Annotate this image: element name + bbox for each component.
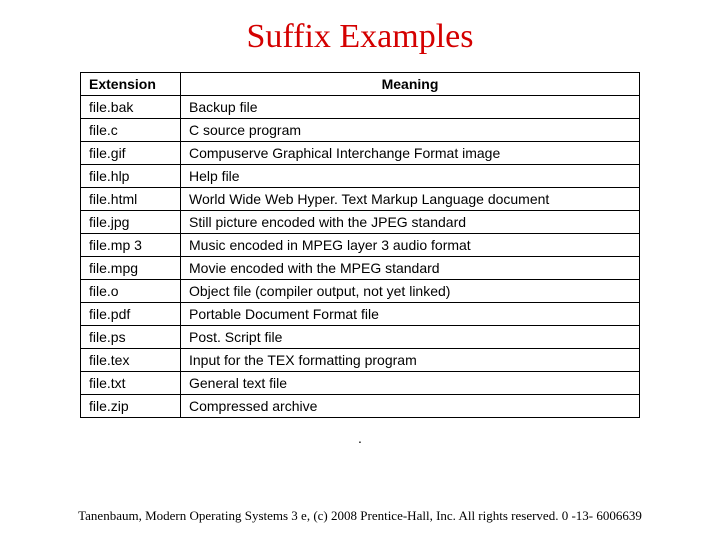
- cell-extension: file.bak: [81, 96, 181, 119]
- cell-meaning: Input for the TEX formatting program: [181, 349, 640, 372]
- footer-citation: Tanenbaum, Modern Operating Systems 3 e,…: [0, 508, 720, 524]
- cell-extension: file.gif: [81, 142, 181, 165]
- col-header-meaning: Meaning: [181, 73, 640, 96]
- cell-extension: file.mp 3: [81, 234, 181, 257]
- cell-meaning: Post. Script file: [181, 326, 640, 349]
- cell-meaning: Compressed archive: [181, 395, 640, 418]
- slide: Suffix Examples Extension Meaning file.b…: [0, 0, 720, 540]
- cell-meaning: Portable Document Format file: [181, 303, 640, 326]
- table-row: file.psPost. Script file: [81, 326, 640, 349]
- cell-extension: file.zip: [81, 395, 181, 418]
- cell-extension: file.html: [81, 188, 181, 211]
- table-row: file.hlpHelp file: [81, 165, 640, 188]
- table-row: file.jpgStill picture encoded with the J…: [81, 211, 640, 234]
- cell-extension: file.txt: [81, 372, 181, 395]
- table-row: file.cC source program: [81, 119, 640, 142]
- cell-meaning: Music encoded in MPEG layer 3 audio form…: [181, 234, 640, 257]
- cell-meaning: Movie encoded with the MPEG standard: [181, 257, 640, 280]
- table-row: file.texInput for the TEX formatting pro…: [81, 349, 640, 372]
- cell-meaning: General text file: [181, 372, 640, 395]
- table-row: file.oObject file (compiler output, not …: [81, 280, 640, 303]
- table-row: file.pdfPortable Document Format file: [81, 303, 640, 326]
- table-row: file.zipCompressed archive: [81, 395, 640, 418]
- cell-meaning: Object file (compiler output, not yet li…: [181, 280, 640, 303]
- slide-title: Suffix Examples: [0, 18, 720, 56]
- cell-meaning: Backup file: [181, 96, 640, 119]
- cell-meaning: Help file: [181, 165, 640, 188]
- cell-extension: file.ps: [81, 326, 181, 349]
- table-row: file.mpgMovie encoded with the MPEG stan…: [81, 257, 640, 280]
- table-row: file.htmlWorld Wide Web Hyper. Text Mark…: [81, 188, 640, 211]
- cell-extension: file.hlp: [81, 165, 181, 188]
- table-wrap: Extension Meaning file.bakBackup filefil…: [80, 72, 640, 418]
- caption-dot: .: [0, 430, 720, 446]
- table-body: file.bakBackup filefile.cC source progra…: [81, 96, 640, 418]
- cell-meaning: C source program: [181, 119, 640, 142]
- cell-meaning: Compuserve Graphical Interchange Format …: [181, 142, 640, 165]
- cell-meaning: World Wide Web Hyper. Text Markup Langua…: [181, 188, 640, 211]
- cell-extension: file.c: [81, 119, 181, 142]
- cell-extension: file.pdf: [81, 303, 181, 326]
- table-header-row: Extension Meaning: [81, 73, 640, 96]
- suffix-table: Extension Meaning file.bakBackup filefil…: [80, 72, 640, 418]
- cell-extension: file.mpg: [81, 257, 181, 280]
- table-row: file.gifCompuserve Graphical Interchange…: [81, 142, 640, 165]
- table-row: file.txtGeneral text file: [81, 372, 640, 395]
- table-row: file.bakBackup file: [81, 96, 640, 119]
- table-row: file.mp 3Music encoded in MPEG layer 3 a…: [81, 234, 640, 257]
- cell-extension: file.jpg: [81, 211, 181, 234]
- col-header-extension: Extension: [81, 73, 181, 96]
- cell-extension: file.o: [81, 280, 181, 303]
- cell-meaning: Still picture encoded with the JPEG stan…: [181, 211, 640, 234]
- cell-extension: file.tex: [81, 349, 181, 372]
